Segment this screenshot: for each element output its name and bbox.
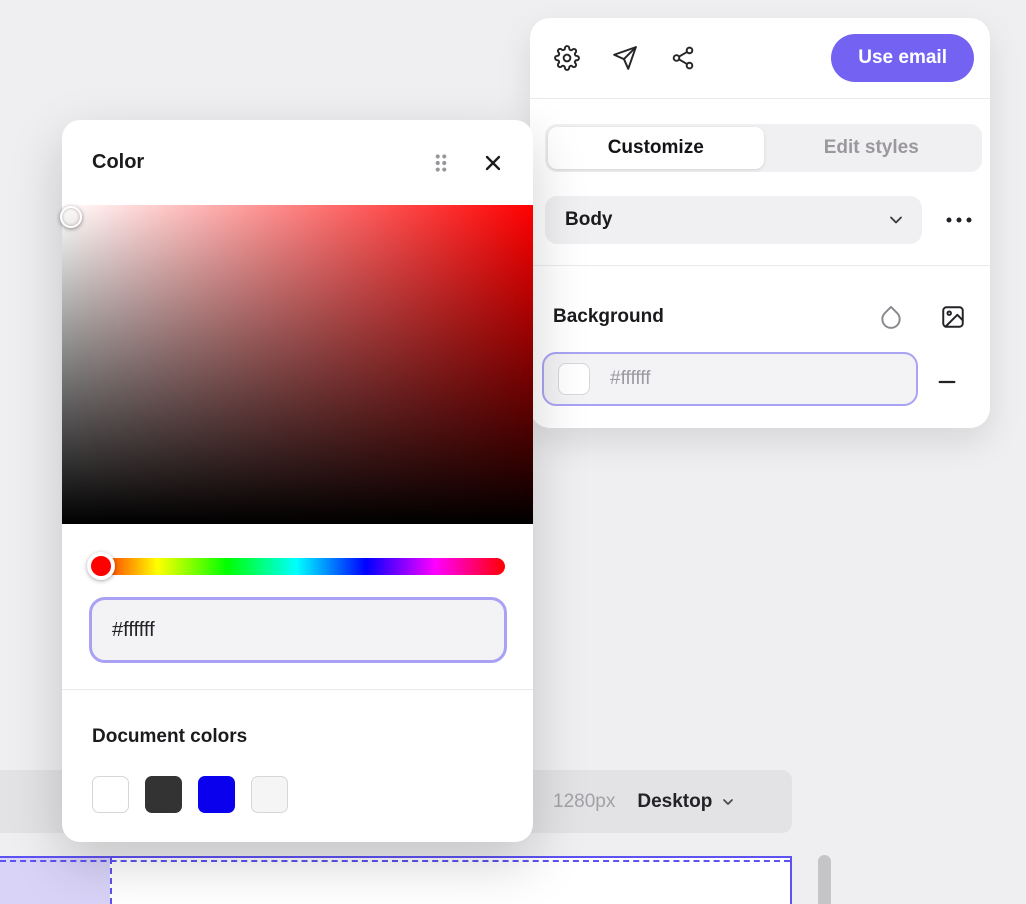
element-select-value: Body: [565, 209, 613, 231]
close-icon: [481, 151, 505, 175]
background-actions: [878, 304, 966, 330]
background-image-button[interactable]: [940, 304, 966, 330]
use-email-button[interactable]: Use email: [831, 34, 974, 82]
close-button[interactable]: [481, 151, 505, 175]
selection-dashed-border-left: [110, 858, 112, 904]
color-preview-swatch[interactable]: [558, 363, 590, 395]
canvas-width-label: 1280px: [553, 791, 615, 813]
saturation-gradient-area[interactable]: [62, 205, 533, 524]
background-color-field[interactable]: [542, 352, 918, 406]
send-icon: [612, 45, 638, 71]
color-dialog-actions: [429, 151, 505, 175]
color-dialog-title: Color: [92, 151, 144, 174]
color-fill-button[interactable]: [878, 304, 904, 330]
settings-gear-button[interactable]: [554, 45, 580, 71]
background-label: Background: [553, 306, 664, 328]
ellipsis-icon: [945, 216, 973, 224]
image-icon: [940, 304, 966, 330]
selection-dashed-border-top: [0, 860, 790, 862]
panel-divider: [530, 265, 990, 266]
vertical-scrollbar[interactable]: [818, 855, 831, 904]
header-icons: [554, 45, 696, 71]
background-section-header: Background: [553, 303, 966, 331]
more-options-button[interactable]: [939, 207, 979, 233]
device-label: Desktop: [637, 791, 712, 813]
background-color-input[interactable]: [610, 368, 830, 390]
settings-panel-header: Use email: [530, 18, 990, 99]
saturation-picker-handle[interactable]: [60, 206, 82, 228]
hex-color-field[interactable]: [89, 597, 507, 663]
hue-slider[interactable]: [88, 558, 505, 575]
remove-color-button[interactable]: [933, 368, 961, 396]
panel-tabs: Customize Edit styles: [545, 124, 982, 172]
chevron-down-icon: [886, 210, 906, 230]
chevron-down-icon: [720, 794, 736, 810]
minus-icon: [936, 371, 958, 393]
share-icon: [670, 45, 696, 71]
document-color-swatch[interactable]: [251, 776, 288, 813]
color-dialog-header: Color: [62, 120, 533, 205]
color-picker-dialog: Color Document colors: [62, 120, 533, 842]
hue-slider-thumb[interactable]: [87, 552, 115, 580]
document-colors-label: Document colors: [92, 726, 247, 748]
document-color-swatch[interactable]: [92, 776, 129, 813]
drag-handle-icon: [429, 151, 453, 175]
dialog-divider: [62, 689, 533, 690]
drag-handle[interactable]: [429, 151, 453, 175]
droplet-icon: [878, 304, 904, 330]
document-color-swatch[interactable]: [145, 776, 182, 813]
canvas-toolbar-content: 1280px Desktop: [553, 770, 736, 833]
document-color-swatch[interactable]: [198, 776, 235, 813]
device-selector[interactable]: Desktop: [637, 791, 736, 813]
tab-customize[interactable]: Customize: [548, 127, 764, 169]
settings-panel: Use email Customize Edit styles Body Bac…: [530, 18, 990, 428]
element-select[interactable]: Body: [545, 196, 922, 244]
tab-edit-styles[interactable]: Edit styles: [764, 127, 980, 169]
gear-icon: [554, 45, 580, 71]
canvas-margin-highlight: [0, 858, 110, 904]
share-button[interactable]: [670, 45, 696, 71]
document-colors-row: [92, 776, 288, 813]
send-test-button[interactable]: [612, 45, 638, 71]
email-canvas[interactable]: [0, 856, 792, 904]
hex-color-input[interactable]: [112, 619, 484, 642]
